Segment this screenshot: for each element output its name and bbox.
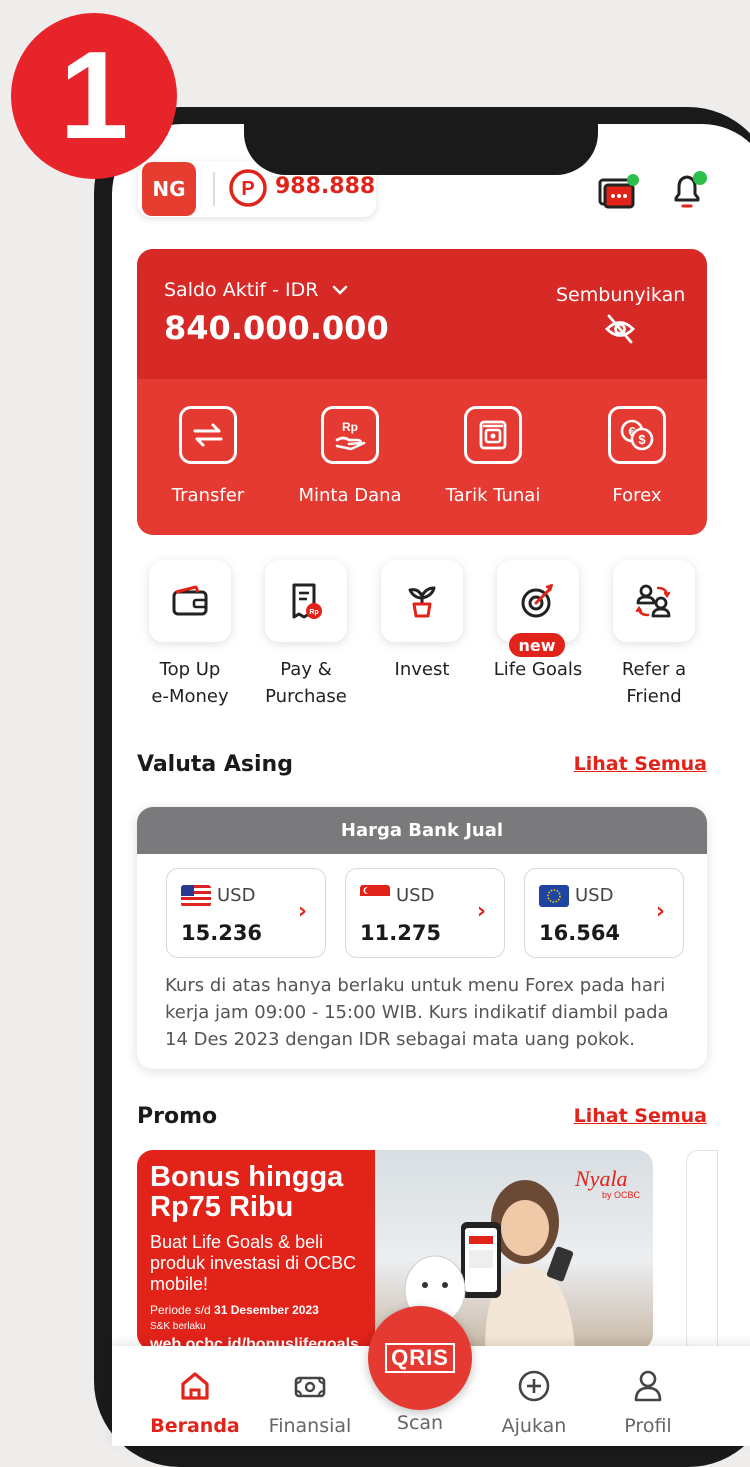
- nav-label: Profil: [624, 1415, 672, 1437]
- promo-terms: S&K berlaku: [150, 1321, 206, 1332]
- nav-scan[interactable]: Scan: [365, 1412, 475, 1434]
- phone-notch: [244, 107, 598, 175]
- us-flag-icon: [181, 885, 211, 907]
- chevron-down-icon: [332, 285, 347, 295]
- shortcut-label: Top Up: [159, 659, 221, 680]
- transfer-icon: [179, 406, 237, 464]
- shortcut-label: e-Money: [151, 686, 229, 707]
- step-number-badge: 1: [11, 13, 177, 179]
- quick-action-label: Minta Dana: [298, 485, 402, 506]
- new-badge: new: [509, 633, 565, 657]
- forex-currency: USD: [396, 885, 435, 906]
- forex-icon: € $: [608, 406, 666, 464]
- quick-action-minta-dana[interactable]: Rp Minta Dana: [290, 406, 410, 506]
- forex-currency: USD: [217, 885, 256, 906]
- promo-see-all-link[interactable]: Lihat Semua: [574, 1105, 707, 1127]
- request-money-icon: Rp: [321, 406, 379, 464]
- nav-label: Finansial: [268, 1415, 352, 1437]
- promo-period-label: Periode s/d: [150, 1303, 215, 1317]
- shortcut-life-goals[interactable]: Life Goals: [473, 560, 603, 683]
- cash-withdraw-icon: [464, 406, 522, 464]
- forex-rate-item[interactable]: USD 16.564 ›: [524, 868, 684, 958]
- chat-notification-icon[interactable]: [596, 170, 642, 216]
- profile-icon: [634, 1370, 662, 1402]
- wallet-icon: [149, 560, 231, 642]
- nav-label: Beranda: [150, 1415, 240, 1437]
- shortcut-label: Invest: [394, 659, 450, 680]
- quick-action-label: Transfer: [171, 485, 245, 506]
- chevron-right-icon: ›: [297, 899, 307, 924]
- promo-next-card[interactable]: [686, 1150, 718, 1352]
- forex-card-header: Harga Bank Jual: [137, 807, 707, 854]
- nav-label: Ajukan: [501, 1415, 567, 1437]
- shortcut-invest[interactable]: Invest: [357, 560, 487, 683]
- bell-icon[interactable]: [666, 168, 712, 214]
- promo-section-title: Promo: [137, 1104, 218, 1129]
- points-value[interactable]: 988.888: [275, 174, 375, 199]
- points-icon: P: [229, 169, 267, 207]
- chevron-right-icon: ›: [476, 899, 486, 924]
- promo-period-date: 31 Desember 2023: [214, 1303, 319, 1317]
- forex-rate: 11.275: [360, 921, 442, 945]
- forex-see-all-link[interactable]: Lihat Semua: [574, 753, 707, 775]
- svg-text:$: $: [638, 432, 646, 447]
- shortcut-pay-purchase[interactable]: Rp Pay & Purchase: [241, 560, 371, 710]
- quick-action-tarik-tunai[interactable]: Tarik Tunai: [433, 406, 553, 506]
- target-icon: [497, 560, 579, 642]
- nav-profil[interactable]: Profil: [593, 1368, 703, 1437]
- quick-action-label: Forex: [612, 485, 662, 506]
- chevron-right-icon: ›: [655, 899, 665, 924]
- forex-disclaimer: Kurs di atas hanya berlaku untuk menu Fo…: [165, 975, 669, 1050]
- quick-action-label: Tarik Tunai: [445, 485, 541, 506]
- pill-divider: [213, 172, 215, 206]
- refer-icon: [613, 560, 695, 642]
- promo-brand-sub: by OCBC: [602, 1190, 641, 1200]
- balance-label: Saldo Aktif - IDR: [164, 279, 319, 301]
- shortcut-label: Life Goals: [493, 659, 583, 680]
- sg-flag-icon: [360, 885, 390, 907]
- quick-action-forex[interactable]: € $ Forex: [577, 406, 697, 506]
- forex-rate: 16.564: [539, 921, 621, 945]
- shortcut-refer-friend[interactable]: Refer a Friend: [589, 560, 719, 710]
- svg-text:Rp: Rp: [342, 420, 358, 434]
- forex-rate: 15.236: [181, 921, 263, 945]
- shortcut-label: Refer a: [621, 659, 687, 680]
- quick-action-transfer[interactable]: Transfer: [148, 406, 268, 506]
- balance-selector[interactable]: Saldo Aktif - IDR: [164, 279, 349, 301]
- avatar[interactable]: NG: [142, 162, 196, 216]
- forex-rate-item[interactable]: USD 15.236 ›: [166, 868, 326, 958]
- eu-flag-icon: [539, 885, 569, 907]
- home-icon: [181, 1372, 209, 1400]
- balance-amount: 840.000.000: [164, 309, 389, 347]
- promo-banner-title: Bonus hingga: [150, 1161, 344, 1193]
- shortcut-label: Friend: [626, 686, 682, 707]
- eye-off-icon[interactable]: [603, 312, 637, 346]
- promo-banner-title: Rp75 Ribu: [150, 1191, 294, 1223]
- forex-rate-item[interactable]: USD 11.275 ›: [345, 868, 505, 958]
- money-icon: [294, 1376, 326, 1398]
- forex-section-title: Valuta Asing: [137, 752, 293, 777]
- shortcut-top-up[interactable]: Top Up e-Money: [125, 560, 255, 710]
- nav-beranda[interactable]: Beranda: [140, 1368, 250, 1437]
- shortcut-label: Pay &: [280, 659, 332, 680]
- promo-banner-subtitle: Buat Life Goals & beli produk investasi …: [150, 1232, 357, 1294]
- promo-brand-logo: Nyala: [575, 1166, 628, 1191]
- nav-ajukan[interactable]: Ajukan: [479, 1368, 589, 1437]
- nav-label: Scan: [396, 1412, 444, 1434]
- svg-text:Rp: Rp: [309, 609, 318, 616]
- svg-text:P: P: [241, 178, 254, 200]
- plant-icon: [381, 560, 463, 642]
- plus-circle-icon: [518, 1370, 550, 1402]
- forex-currency: USD: [575, 885, 614, 906]
- shortcut-label: Purchase: [265, 686, 347, 707]
- qris-scan-button[interactable]: QRIS: [368, 1306, 472, 1410]
- hide-balance-button[interactable]: Sembunyikan: [556, 284, 685, 306]
- nav-finansial[interactable]: Finansial: [255, 1368, 365, 1437]
- qris-icon: QRIS: [385, 1343, 455, 1373]
- bill-icon: Rp: [265, 560, 347, 642]
